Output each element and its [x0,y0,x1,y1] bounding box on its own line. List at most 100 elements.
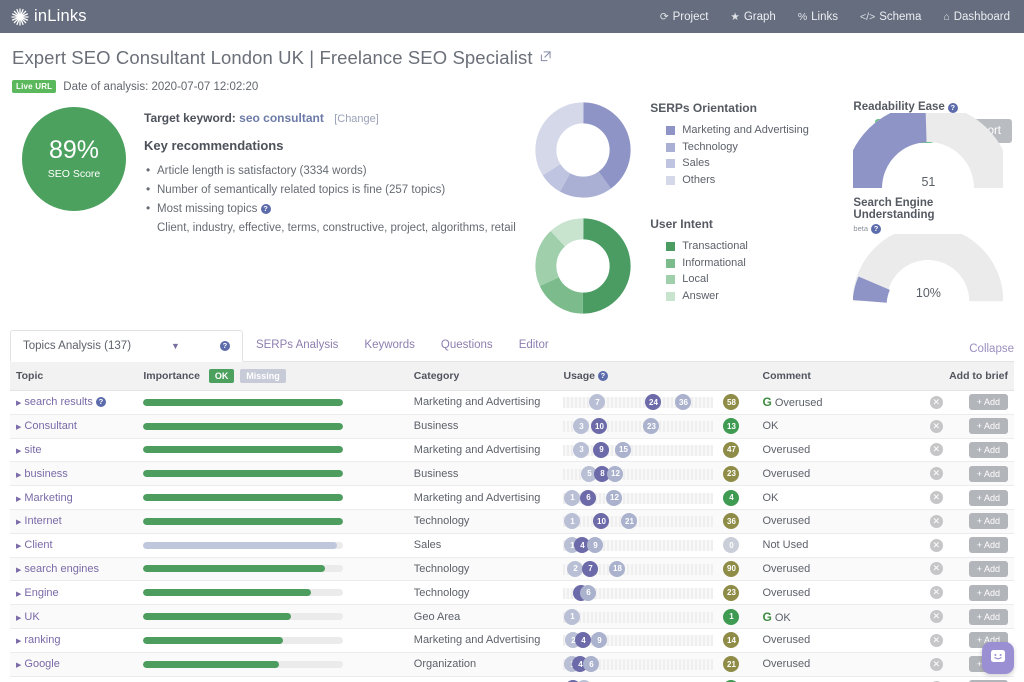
nav-item-graph[interactable]: ★ Graph [730,11,775,23]
topic-cell[interactable]: ▶ business [10,462,137,486]
topic-cell[interactable]: ▶ Client [10,533,137,557]
tab-questions[interactable]: Questions [428,329,506,361]
topic-link[interactable]: ▶ Client [16,539,53,551]
nav-item-links[interactable]: % Links [798,11,838,23]
topic-cell[interactable]: ▶ UK [10,605,137,629]
add-to-brief-button[interactable]: + Add [968,465,1008,482]
nav-item-schema[interactable]: </> Schema [860,11,921,23]
topic-cell[interactable]: ▶approach [10,676,137,682]
add-to-brief-button[interactable]: + Add [968,489,1008,506]
dismiss-icon[interactable]: ✕ [929,395,943,409]
dismiss-icon[interactable]: ✕ [929,657,943,671]
add-to-brief-button[interactable]: + Add [968,441,1008,458]
table-row[interactable]: ▶ Consultant Business 3 10 23 13 OK ✕ + Add [10,414,1014,439]
dismiss-icon[interactable]: ✕ [929,610,943,624]
topic-link[interactable]: ▶ Consultant [16,420,77,432]
chat-widget-button[interactable] [982,642,1014,674]
topic-link[interactable]: ▶ Engine [16,587,59,599]
col-category[interactable]: Category [407,361,558,391]
filter-missing-pill[interactable]: Missing [240,369,286,383]
nav-item-dashboard[interactable]: ⌂ Dashboard [943,11,1010,23]
topic-cell[interactable]: ▶ Google [10,652,137,676]
topic-link[interactable]: ▶ Google [16,658,60,670]
tab-editor[interactable]: Editor [506,329,562,361]
col-usage[interactable]: Usage ? [557,361,757,391]
table-row[interactable]: ▶GoogleOrganization14621Overused✕+ Add [10,652,1014,677]
table-row[interactable]: ▶ ranking Marketing and Advertising 2 4 9 14 Ov… [10,628,1014,653]
table-row[interactable]: ▶ search engines Technology 2 7 18 90 Overused ✕… [10,557,1014,581]
topic-link[interactable]: ▶ business [16,468,68,480]
usage-cell: 6 23 [557,581,756,605]
table-row[interactable]: ▶ UK Geo Area 1 1 G OK ✕ + Add [10,604,1014,629]
change-keyword-link[interactable]: [Change] [334,113,379,125]
importance-bar-track [143,494,344,502]
topic-link[interactable]: ▶ UK [16,611,40,623]
help-icon[interactable]: ? [947,103,958,113]
topic-cell[interactable]: ▶ Marketing [10,486,137,510]
dismiss-icon[interactable]: ✕ [929,419,943,433]
help-icon[interactable]: ? [597,371,608,381]
brand-logo[interactable]: inLinks [10,7,87,27]
dismiss-icon[interactable]: ✕ [929,586,943,600]
topic-cell[interactable]: ▶ Engine [10,581,137,605]
chevron-down-icon[interactable]: ▼ [171,341,180,351]
col-importance[interactable]: Importance OK Missing [137,361,408,391]
topic-cell[interactable]: ▶ Internet [10,509,137,533]
topic-cell[interactable]: ▶ site [10,438,137,462]
help-icon[interactable]: ? [219,341,230,351]
dismiss-icon[interactable]: ✕ [929,491,943,505]
add-to-brief-button[interactable]: + Add [968,584,1008,601]
importance-bar-track [143,589,344,597]
tab-serps-analysis[interactable]: SERPs Analysis [243,329,351,361]
dismiss-icon[interactable]: ✕ [929,467,943,481]
topic-cell[interactable]: ▶ search engines [10,557,137,581]
importance-cell [137,628,407,652]
tab-keywords[interactable]: Keywords [351,329,428,361]
add-to-brief-button[interactable]: + Add [968,513,1008,530]
tab-topics-analysis[interactable]: Topics Analysis (137) ▼ ? [10,330,243,362]
category-cell: Technology [408,509,558,533]
help-icon[interactable]: ? [260,203,271,214]
table-row[interactable]: ▶ site Marketing and Advertising 3 9 15 47 Over… [10,438,1014,462]
topics-table-scroll[interactable]: Topic Importance OK Missing Category Usa… [10,361,1014,682]
add-to-brief-button[interactable]: + Add [968,608,1008,625]
topic-link[interactable]: ▶ site [16,444,42,456]
add-to-brief-button[interactable]: + Add [968,537,1008,554]
dismiss-icon[interactable]: ✕ [929,538,943,552]
col-add-to-brief: Add to brief [914,361,1014,391]
category-label: Sales [413,539,442,552]
dismiss-icon[interactable]: ✕ [929,443,943,457]
dismiss-icon[interactable]: ✕ [929,562,943,576]
help-icon[interactable]: ? [871,224,882,234]
dismiss-icon[interactable]: ✕ [929,633,943,647]
topic-cell[interactable]: ▶ search results ? [10,391,137,415]
importance-cell [137,581,407,605]
add-to-brief-button[interactable]: + Add [968,560,1008,577]
table-row[interactable]: ▶approach Sciences251OK✕+ Add [10,676,1014,682]
topic-cell[interactable]: ▶ ranking [10,628,137,652]
add-to-brief-button[interactable]: + Add [968,418,1008,435]
col-comment[interactable]: Comment [756,361,915,391]
topic-cell[interactable]: ▶ Consultant [10,414,137,438]
table-row[interactable]: ▶ business Business 5 8 12 23 Overused ✕ + Add [10,461,1014,486]
help-icon[interactable]: ? [95,397,106,408]
topic-link[interactable]: ▶ search engines [16,563,99,575]
table-row[interactable]: ▶ Client Sales 1 4 9 0 Not Used ✕ + Add [10,533,1014,558]
table-row[interactable]: ▶ Marketing Marketing and Advertising 1 6 12 4… [10,486,1014,510]
col-topic[interactable]: Topic [10,361,138,391]
comment-label: Overused [762,443,811,456]
external-link-icon[interactable] [540,51,551,65]
topic-link[interactable]: ▶ search results ? [16,396,106,408]
filter-ok-pill[interactable]: OK [208,369,235,383]
add-to-brief-button[interactable]: + Add [968,394,1008,411]
topic-link[interactable]: ▶ ranking [16,634,60,646]
table-row[interactable]: ▶ Engine Technology 6 23 Overused ✕ + Add [10,581,1014,605]
table-row[interactable]: ▶ Internet Technology 1 10 21 36 Overused ✕ + Add [10,509,1014,534]
topic-link[interactable]: ▶ Internet [16,515,62,527]
importance-cell [137,533,407,557]
table-row[interactable]: ▶ search results ? Marketing and Advertisi… [10,391,1014,415]
collapse-link[interactable]: Collapse [969,343,1014,361]
dismiss-icon[interactable]: ✕ [929,514,943,528]
topic-link[interactable]: ▶ Marketing [16,492,73,504]
nav-item-project[interactable]: ⟳ Project [660,11,709,23]
